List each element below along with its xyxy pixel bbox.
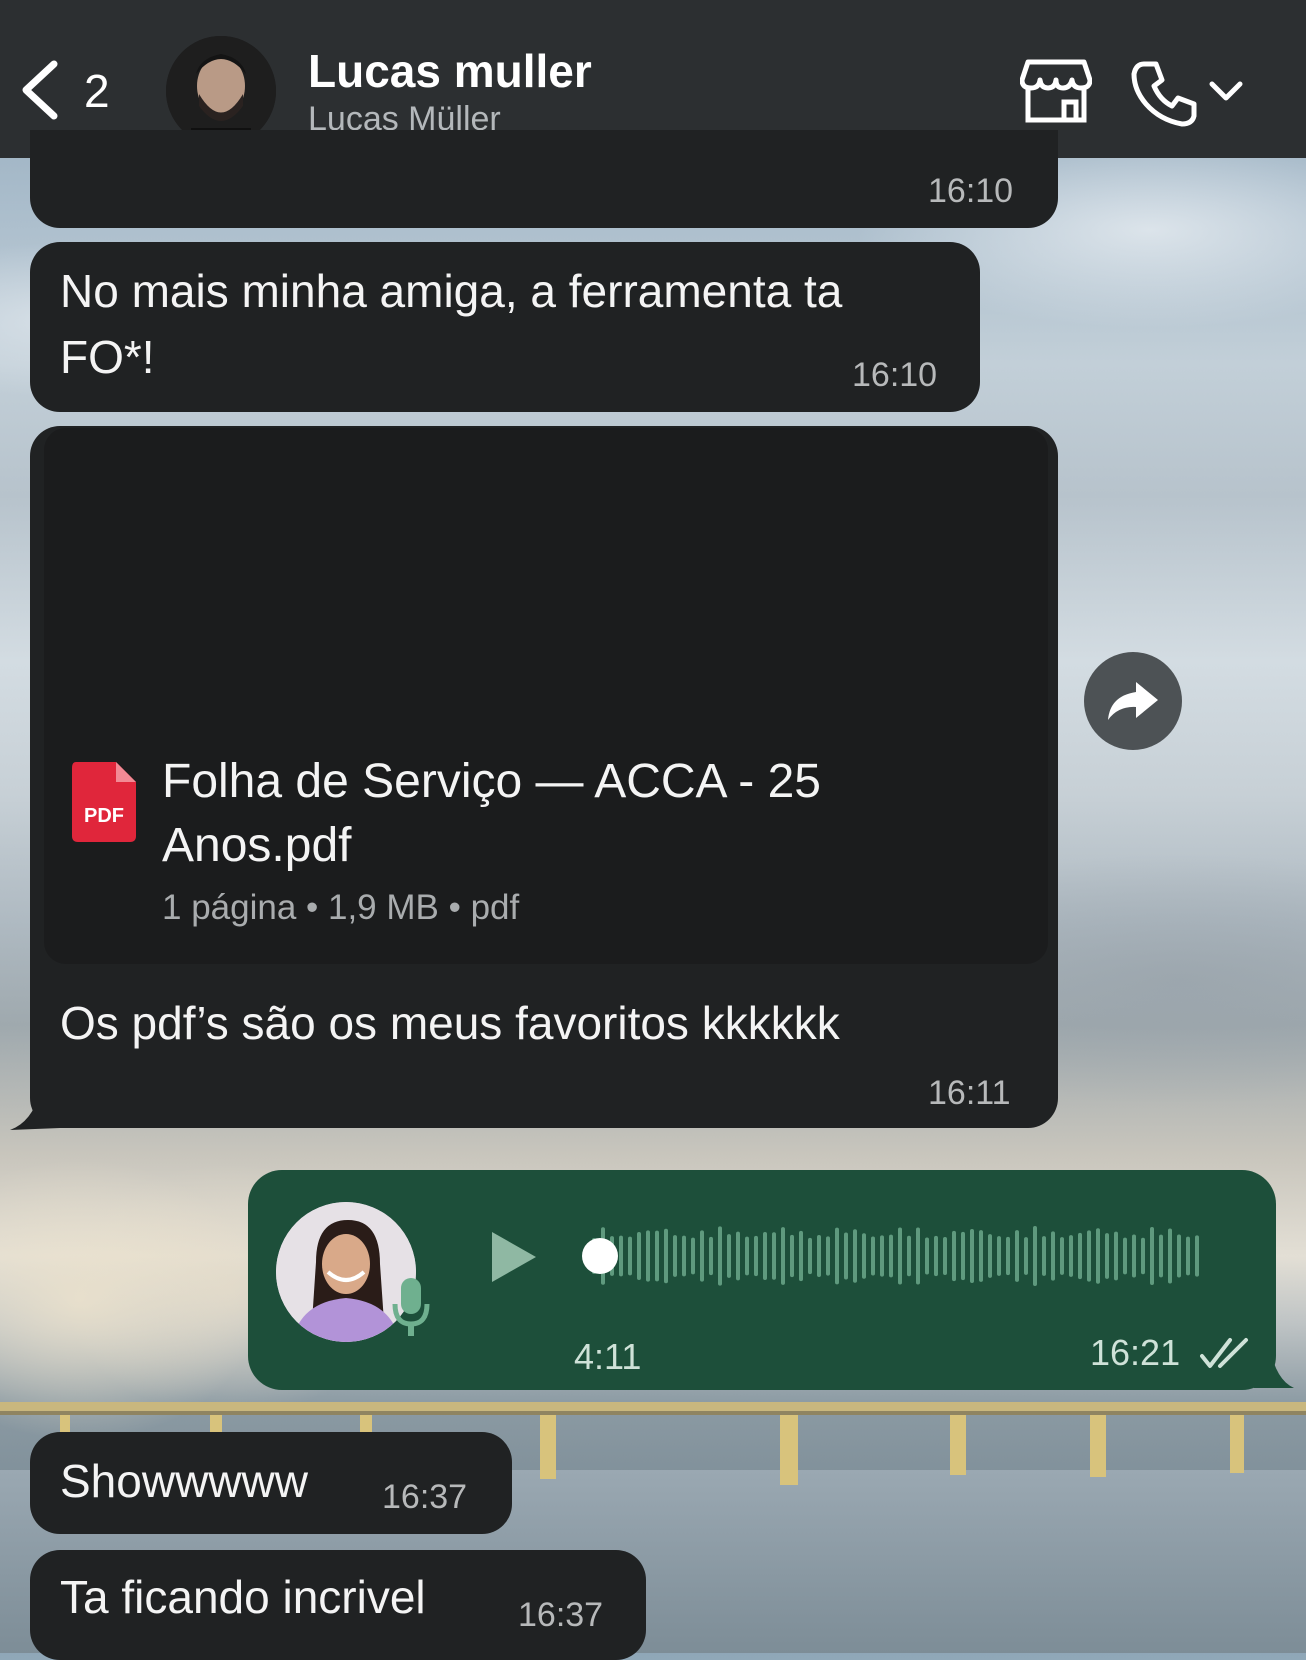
message-time: 16:21 [1090, 1332, 1181, 1373]
message-text: No mais minha amiga, a ferramenta ta FO*… [60, 265, 843, 383]
waveform-bar [898, 1227, 902, 1285]
waveform-bar [1069, 1235, 1073, 1277]
play-button[interactable] [488, 1228, 540, 1286]
waveform-bar [1042, 1236, 1046, 1276]
waveform-bar [619, 1235, 623, 1277]
waveform-bar [1186, 1236, 1190, 1276]
waveform-bar [880, 1235, 884, 1277]
waveform-bar [1168, 1228, 1172, 1284]
forward-arrow-icon [1108, 682, 1158, 720]
waveform-bar [817, 1234, 821, 1278]
message-time: 16:10 [852, 356, 938, 394]
waveform-bar [1105, 1233, 1109, 1279]
waveform-bar [682, 1235, 686, 1277]
waveform-bar [970, 1228, 974, 1284]
waveform-bar [772, 1232, 776, 1280]
waveform-bar [691, 1237, 695, 1275]
waveform-bar [979, 1230, 983, 1282]
waveform-bar [1141, 1237, 1145, 1275]
waveform-bar [862, 1233, 866, 1279]
bubble-tail [1254, 1348, 1294, 1388]
waveform-bar [1114, 1231, 1118, 1281]
waveform-bar [718, 1226, 722, 1286]
contact-name[interactable]: Lucas muller [308, 44, 592, 98]
message-time: 16:11 [928, 1074, 1011, 1112]
document-preview[interactable] [44, 428, 1048, 964]
unread-count[interactable]: 2 [84, 64, 110, 118]
waveform-bar [844, 1232, 848, 1280]
waveform-bar [655, 1230, 659, 1282]
waveform-bar [907, 1235, 911, 1277]
waveform-bar [1051, 1231, 1055, 1281]
store-icon[interactable] [1020, 58, 1092, 124]
waveform-bar [1123, 1237, 1127, 1275]
waveform-bar [916, 1227, 920, 1285]
message-text: Ta ficando incrivel [60, 1571, 426, 1623]
message-text: Showwwww [60, 1455, 308, 1507]
waveform-bar [628, 1236, 632, 1276]
waveform-bar [637, 1231, 641, 1281]
waveform-bar [1132, 1234, 1136, 1278]
pdf-file-icon: PDF [72, 762, 136, 842]
message-time: 16:37 [518, 1596, 604, 1634]
waveform-bar [799, 1230, 803, 1282]
waveform-bar [1060, 1237, 1064, 1275]
waveform-bar [790, 1234, 794, 1278]
waveform-bar [709, 1236, 713, 1276]
message-bubble[interactable] [30, 130, 1058, 228]
waveform-bar [664, 1228, 668, 1284]
voice-duration: 4:11 [574, 1336, 642, 1377]
waveform-bar [700, 1230, 704, 1282]
waveform-bar [646, 1230, 650, 1282]
waveform-bar [1015, 1230, 1019, 1282]
waveform-bar [835, 1227, 839, 1285]
waveform-bar [988, 1234, 992, 1278]
waveform-bar [1024, 1237, 1028, 1275]
phone-icon[interactable] [1130, 58, 1200, 128]
voice-waveform[interactable] [582, 1216, 1228, 1296]
waveform-bar [1087, 1230, 1091, 1282]
message-time: 16:37 [382, 1478, 468, 1516]
waveform-bar [1033, 1226, 1037, 1286]
waveform-bar [826, 1236, 830, 1276]
waveform-bar [934, 1235, 938, 1277]
waveform-bar [754, 1235, 758, 1277]
waveform-bar [673, 1235, 677, 1277]
document-name[interactable]: Folha de Serviço — ACCA - 25 Anos.pdf [162, 750, 962, 878]
waveform-bar [736, 1231, 740, 1281]
chevron-down-icon[interactable] [1208, 78, 1244, 104]
waveform-bar [763, 1232, 767, 1280]
waveform-bar [727, 1234, 731, 1278]
waveform-bar [1006, 1236, 1010, 1276]
waveform-bar [997, 1236, 1001, 1276]
waveform-bar [1159, 1234, 1163, 1278]
message-caption: Os pdf’s são os meus favoritos kkkkkk [60, 997, 840, 1049]
waveform-bar [745, 1236, 749, 1276]
forward-button[interactable] [1084, 652, 1182, 750]
playhead-knob[interactable] [582, 1238, 618, 1274]
bubble-tail [10, 1092, 60, 1130]
microphone-icon [392, 1278, 430, 1336]
back-chevron-icon[interactable] [18, 58, 66, 122]
waveform-bar [1078, 1232, 1082, 1280]
waveform-bar [889, 1234, 893, 1278]
waveform-bar [961, 1231, 965, 1281]
waveform-bar [1195, 1235, 1199, 1277]
waveform-bar [943, 1236, 947, 1276]
waveform-bar [952, 1230, 956, 1282]
read-ticks-icon [1200, 1338, 1248, 1368]
message-time: 16:10 [928, 172, 1014, 210]
waveform-bar [808, 1237, 812, 1275]
waveform-bar [1150, 1226, 1154, 1286]
waveform-bar [1177, 1234, 1181, 1278]
waveform-bar [871, 1236, 875, 1276]
waveform-bar [1096, 1228, 1100, 1284]
waveform-bar [853, 1229, 857, 1283]
svg-text:PDF: PDF [84, 805, 124, 827]
document-meta: 1 página • 1,9 MB • pdf [162, 888, 520, 927]
waveform-bar [925, 1237, 929, 1275]
waveform-bar [781, 1227, 785, 1285]
